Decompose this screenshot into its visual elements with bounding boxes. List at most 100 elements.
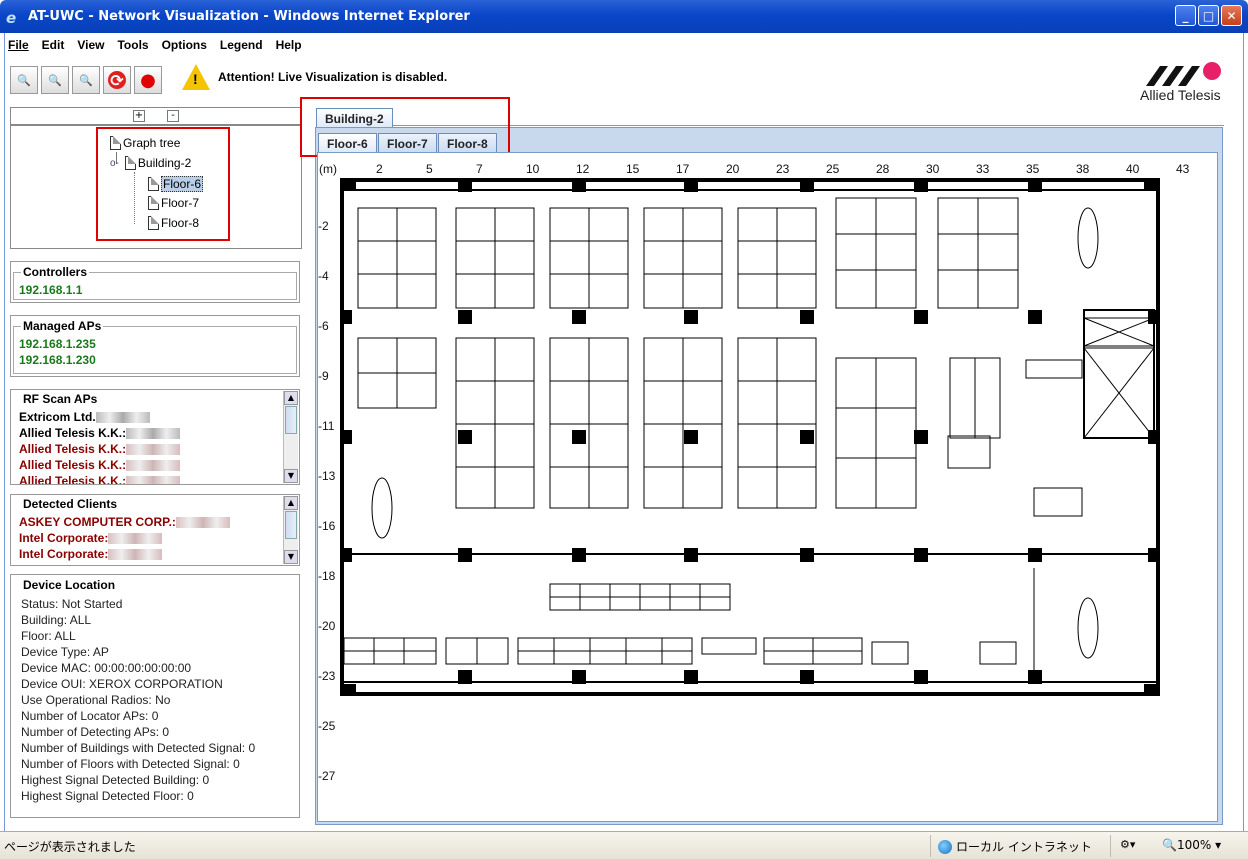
device-location-line: Use Operational Radios: No [21, 693, 171, 707]
window-titlebar: e AT-UWC - Network Visualization - Windo… [0, 0, 1248, 33]
clients-scrollbar[interactable]: ▲ ▼ [283, 496, 298, 564]
collapse-all-button[interactable]: - [167, 110, 179, 122]
ruler-unit: (m) [319, 162, 337, 176]
menu-edit[interactable]: Edit [42, 38, 65, 54]
device-location-line: Highest Signal Detected Floor: 0 [21, 789, 194, 803]
ruler-y-label: -13 [318, 469, 336, 483]
ruler-y-label: -9 [318, 369, 329, 383]
menu-file[interactable]: File [8, 38, 29, 54]
ruler-x-label: 30 [926, 162, 940, 176]
redacted-mac [126, 460, 181, 472]
ruler-y-label: -16 [318, 519, 336, 533]
highlight-box-tree [96, 127, 230, 241]
redacted-mac [126, 476, 181, 484]
menu-bar: File Edit View Tools Options Legend Help [8, 38, 302, 54]
detected-client-item[interactable]: Intel Corporate: [19, 531, 163, 545]
minimize-button[interactable]: _ [1175, 5, 1196, 26]
menu-tools[interactable]: Tools [117, 38, 148, 54]
ruler-x-label: 2 [376, 162, 383, 176]
rf-scan-ap-item[interactable]: Allied Telesis K.K.: [19, 458, 181, 472]
zoom-out-button[interactable]: 🔍 [41, 66, 69, 94]
device-location-line: Device Type: AP [21, 645, 109, 659]
redacted-mac [126, 428, 181, 440]
scroll-thumb[interactable] [285, 406, 297, 434]
maximize-button[interactable]: □ [1198, 5, 1219, 26]
highlight-box-tabs [300, 97, 510, 157]
device-location-line: Number of Detecting APs: 0 [21, 725, 170, 739]
detected-clients-title: Detected Clients [21, 497, 120, 511]
window-title: AT-UWC - Network Visualization - Windows… [28, 9, 470, 24]
brand-logo-text: Allied Telesis [1140, 87, 1221, 103]
menu-view[interactable]: View [77, 38, 104, 54]
ruler-x-label: 23 [776, 162, 790, 176]
floor-plan-map[interactable] [340, 178, 1160, 696]
managed-aps-title: Managed APs [21, 319, 104, 333]
ruler-y-label: -2 [318, 219, 329, 233]
ruler-x-label: 5 [426, 162, 433, 176]
rf-scan-scrollbar[interactable]: ▲ ▼ [283, 391, 298, 483]
ruler-y-label: -20 [318, 619, 336, 633]
redacted-mac [95, 412, 150, 424]
refresh-icon: ⟳ [108, 71, 126, 90]
stop-button[interactable]: ● [134, 66, 162, 94]
rf-scan-ap-item[interactable]: Extricom Ltd. [19, 410, 150, 424]
zoom-fit-button[interactable]: 🔍 [72, 66, 100, 94]
refresh-button[interactable]: ⟳ [103, 66, 131, 94]
ruler-y-label: -27 [318, 769, 336, 783]
menu-legend[interactable]: Legend [220, 38, 263, 54]
close-button[interactable]: ✕ [1221, 5, 1242, 26]
scroll-down-icon[interactable]: ▼ [284, 550, 298, 564]
zoom-out-icon: 🔍 [48, 73, 62, 87]
ruler-y-label: -25 [318, 719, 336, 733]
device-location-line: Device MAC: 00:00:00:00:00:00 [21, 661, 192, 675]
ruler-x-label: 28 [876, 162, 890, 176]
rf-scan-ap-item[interactable]: Allied Telesis K.K.: [19, 474, 181, 484]
menu-help[interactable]: Help [276, 38, 302, 54]
ruler-y-label: -18 [318, 569, 336, 583]
scroll-up-icon[interactable]: ▲ [284, 496, 298, 510]
device-location-line: Device OUI: XEROX CORPORATION [21, 677, 223, 691]
device-location-line: Floor: ALL [21, 629, 76, 643]
device-location-panel: Device Location Status: Not Started Build… [10, 574, 300, 818]
zoom-level[interactable]: 🔍100% ▾ [1162, 838, 1221, 852]
security-zone[interactable]: ローカル イントラネット [938, 838, 1092, 855]
rf-scan-ap-item[interactable]: Allied Telesis K.K.: [19, 426, 181, 440]
ruler-x-label: 43 [1176, 162, 1190, 176]
managed-ap-item[interactable]: 192.168.1.235 [19, 337, 96, 351]
device-location-line: Highest Signal Detected Building: 0 [21, 773, 210, 787]
detected-client-item[interactable]: ASKEY COMPUTER CORP.: [19, 515, 230, 529]
ruler-x-label: 12 [576, 162, 590, 176]
device-location-line: Number of Floors with Detected Signal: 0 [21, 757, 240, 771]
redacted-mac [108, 549, 163, 561]
zoom-fit-icon: 🔍 [79, 73, 93, 87]
stop-icon: ● [140, 69, 156, 91]
controller-item[interactable]: 192.168.1.1 [19, 283, 82, 297]
ruler-x-label: 20 [726, 162, 740, 176]
rf-scan-aps-panel: RF Scan APs Extricom Ltd. Allied Telesis… [10, 389, 300, 485]
detected-client-item[interactable]: Intel Corporate: [19, 547, 163, 561]
managed-ap-item[interactable]: 192.168.1.230 [19, 353, 96, 367]
scroll-down-icon[interactable]: ▼ [284, 469, 298, 483]
status-bar: ページが表示されました ローカル イントラネット ⚙▾ 🔍100% ▾ [0, 831, 1248, 859]
ruler-x-label: 38 [1076, 162, 1090, 176]
controllers-title: Controllers [21, 265, 90, 279]
device-location-line: Number of Locator APs: 0 [21, 709, 159, 723]
ruler-x-label: 7 [476, 162, 483, 176]
zoom-in-button[interactable]: 🔍 [10, 66, 38, 94]
menu-options[interactable]: Options [162, 38, 207, 54]
rf-scan-ap-item[interactable]: Allied Telesis K.K.: [19, 442, 181, 456]
tree-controls [10, 107, 302, 125]
protected-mode-icon[interactable]: ⚙▾ [1120, 838, 1135, 851]
ie-icon: e [6, 8, 17, 27]
globe-icon [938, 839, 952, 854]
ruler-x-label: 10 [526, 162, 540, 176]
ruler-y-label: -4 [318, 269, 329, 283]
expand-all-button[interactable]: + [133, 110, 145, 122]
scroll-thumb[interactable] [285, 511, 297, 539]
ruler-y-label: -6 [318, 319, 329, 333]
ruler-x-label: 40 [1126, 162, 1140, 176]
device-location-line: Building: ALL [21, 613, 92, 627]
ruler-x-label: 25 [826, 162, 840, 176]
scroll-up-icon[interactable]: ▲ [284, 391, 298, 405]
status-text: ページが表示されました [4, 840, 136, 854]
